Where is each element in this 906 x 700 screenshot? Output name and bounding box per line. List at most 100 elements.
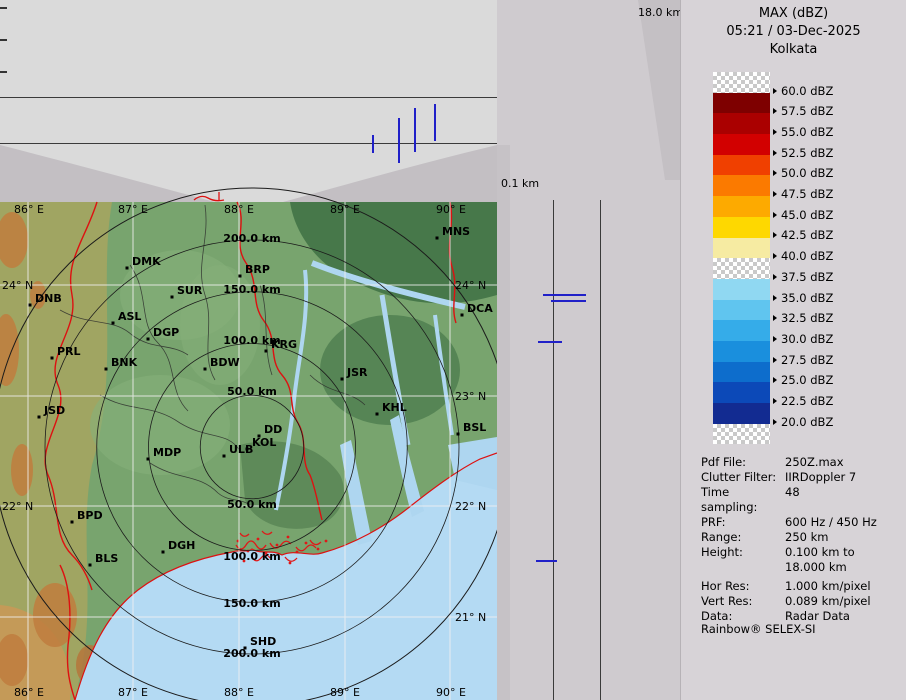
echo-mark	[538, 341, 562, 343]
radar-viewer: 0.1 km 18.0 km	[0, 0, 906, 700]
latitude-label: 22° N	[2, 500, 33, 513]
info-row: Time sampling:48	[701, 485, 903, 515]
legend-level-label: 32.5 dBZ	[773, 312, 833, 325]
city-label: BSL	[463, 421, 486, 434]
echo-mark	[414, 108, 416, 152]
legend-level-label: 20.0 dBZ	[773, 415, 833, 428]
city-label: PRL	[57, 345, 81, 358]
legend-swatch	[713, 217, 770, 238]
legend-level-label: 35.0 dBZ	[773, 291, 833, 304]
legend-swatch	[713, 424, 770, 445]
legend-swatch	[713, 279, 770, 300]
legend-swatch	[713, 155, 770, 176]
info-row: Clutter Filter:IIRDoppler 7	[701, 470, 903, 485]
legend-swatch	[713, 403, 770, 424]
longitude-label: 88° E	[224, 203, 254, 216]
city-marker	[29, 304, 32, 307]
city-marker	[239, 275, 242, 278]
city-label: MNS	[442, 225, 470, 238]
city-label: SHD	[250, 635, 276, 648]
city-label: SUR	[177, 284, 203, 297]
city-label: DD	[264, 423, 282, 436]
legend-level-label: 45.0 dBZ	[773, 208, 833, 221]
height-gridline	[600, 200, 601, 700]
legend-tick-icon	[773, 88, 777, 94]
legend-tick-icon	[773, 129, 777, 135]
legend-tick-icon	[773, 274, 777, 280]
longitude-label: 90° E	[436, 686, 466, 699]
legend-tick-icon	[773, 170, 777, 176]
info-row: Hor Res:1.000 km/pixel	[701, 579, 903, 594]
legend-swatch	[713, 362, 770, 383]
legend-level-label: 50.0 dBZ	[773, 167, 833, 180]
city-marker	[461, 314, 464, 317]
city-label: BRP	[245, 263, 270, 276]
height-gridline	[0, 97, 497, 98]
city-label: BNK	[111, 356, 138, 369]
latitude-label: 23° N	[455, 390, 486, 403]
longitude-label: 87° E	[118, 686, 148, 699]
info-label	[701, 560, 785, 575]
legend-level-label: 40.0 dBZ	[773, 250, 833, 263]
city-marker	[112, 322, 115, 325]
latitude-label: 22° N	[455, 500, 486, 513]
info-label: PRF:	[701, 515, 785, 530]
city-label: MDP	[153, 446, 181, 459]
range-ring-label: 50.0 km	[227, 498, 277, 511]
range-ring-label: 50.0 km	[227, 385, 277, 398]
legend-level-label: 57.5 dBZ	[773, 105, 833, 118]
city-marker	[162, 551, 165, 554]
range-ring-label: 150.0 km	[223, 597, 280, 610]
legend-panel: MAX (dBZ) 05:21 / 03-Dec-2025 Kolkata 60…	[680, 0, 906, 700]
legend-swatch	[713, 238, 770, 259]
info-row: Range:250 km	[701, 530, 903, 545]
legend-swatch	[713, 175, 770, 196]
legend-swatch	[713, 341, 770, 362]
city-marker	[71, 521, 74, 524]
range-ring-label: 200.0 km	[223, 232, 280, 245]
echo-mark	[551, 300, 586, 302]
info-label: Pdf File:	[701, 455, 785, 470]
legend-tick-icon	[773, 253, 777, 259]
legend-level-label: 60.0 dBZ	[773, 84, 833, 97]
echo-mark	[372, 135, 374, 153]
product-info-table: Pdf File:250Z.maxClutter Filter:IIRDoppl…	[701, 455, 903, 624]
longitude-label: 88° E	[224, 686, 254, 699]
range-ring-label: 150.0 km	[223, 283, 280, 296]
sideview-nodata-area	[620, 0, 680, 180]
axis-tick	[0, 7, 7, 9]
legend-tick-icon	[773, 419, 777, 425]
city-label: DNB	[35, 292, 62, 305]
city-label: JSD	[43, 404, 65, 417]
city-label: DCA	[467, 302, 493, 315]
longitude-label: 89° E	[330, 203, 360, 216]
city-marker	[265, 350, 268, 353]
city-label: KOL	[252, 436, 276, 449]
city-marker	[204, 368, 207, 371]
info-value: 600 Hz / 450 Hz	[785, 515, 877, 530]
legend-tick-icon	[773, 377, 777, 383]
legend-tick-icon	[773, 336, 777, 342]
info-value: 1.000 km/pixel	[785, 579, 871, 594]
legend-level-label: 30.0 dBZ	[773, 332, 833, 345]
city-label: KRG	[271, 338, 297, 351]
info-label: Height:	[701, 545, 785, 560]
info-value: 18.000 km	[785, 560, 847, 575]
city-marker	[38, 416, 41, 419]
station-name: Kolkata	[681, 42, 906, 57]
city-label: ULB	[229, 443, 253, 456]
city-marker	[223, 455, 226, 458]
legend-tick-icon	[773, 150, 777, 156]
radar-map: 200.0 km150.0 km100.0 km50.0 km50.0 km10…	[0, 145, 497, 700]
city-label: ASL	[118, 310, 141, 323]
city-label: JSR	[346, 366, 368, 379]
legend-level-label: 55.0 dBZ	[773, 125, 833, 138]
city-marker	[244, 647, 247, 650]
legend-swatch	[713, 196, 770, 217]
info-row: PRF:600 Hz / 450 Hz	[701, 515, 903, 530]
legend-tick-icon	[773, 232, 777, 238]
info-label: Clutter Filter:	[701, 470, 785, 485]
city-marker	[105, 368, 108, 371]
right-sideview-panel: 0.1 km	[497, 0, 680, 700]
longitude-label: 86° E	[14, 686, 44, 699]
